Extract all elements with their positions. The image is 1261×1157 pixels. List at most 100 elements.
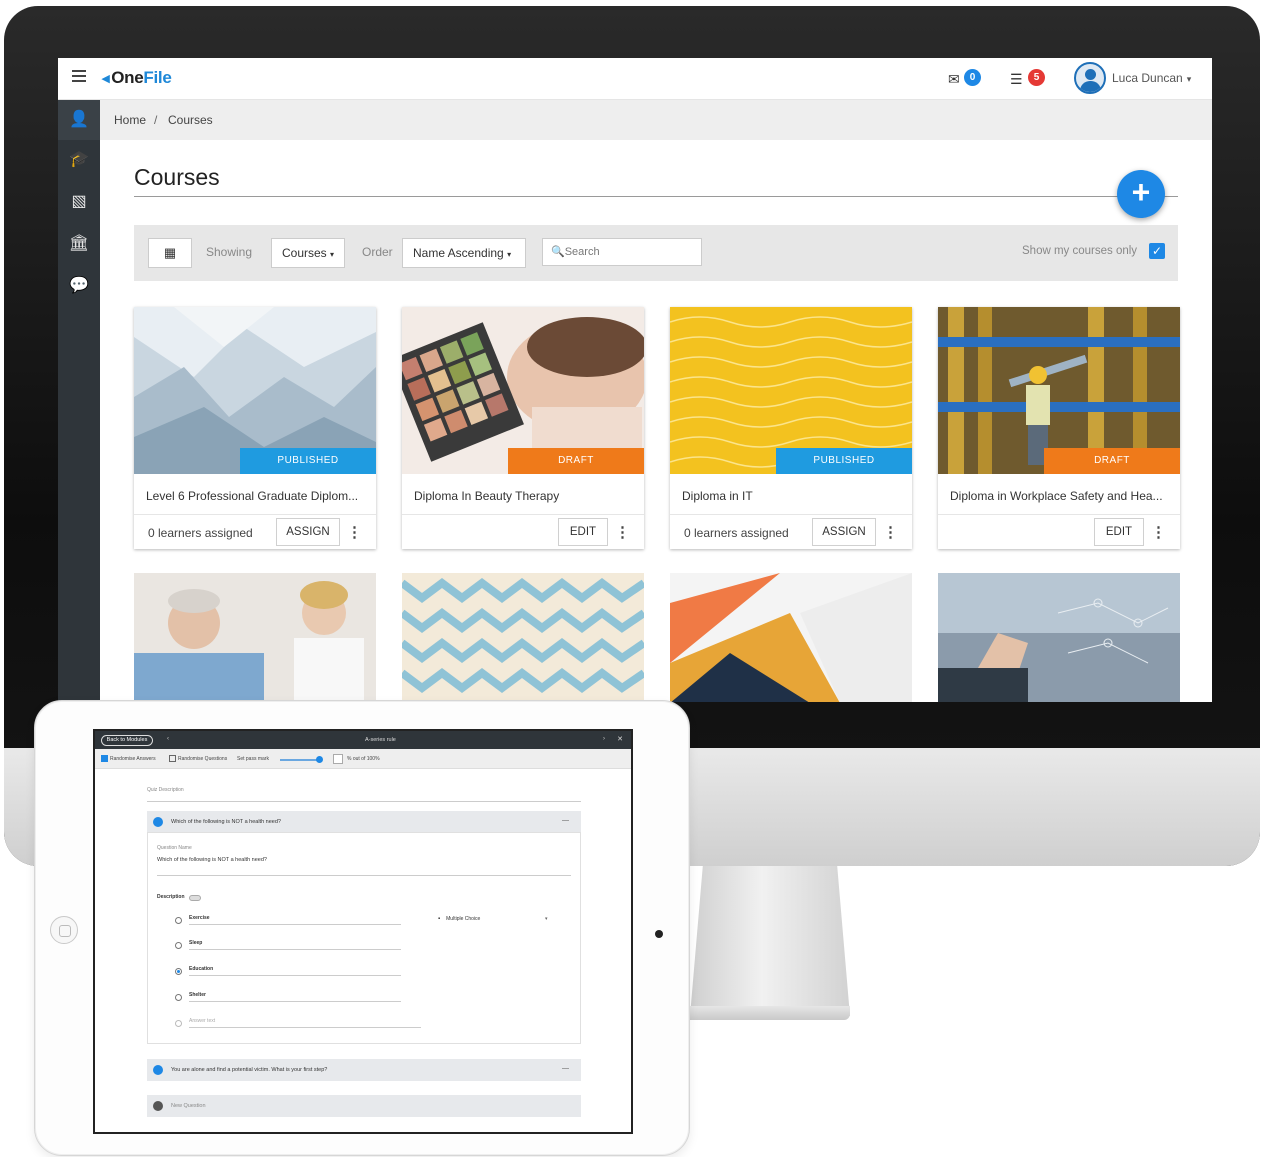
showing-value: Courses xyxy=(282,246,327,260)
mail-icon[interactable]: ✉ xyxy=(948,71,960,88)
course-title[interactable]: Diploma in Workplace Safety and Hea... xyxy=(950,489,1172,503)
sidebar-reports-icon[interactable]: ▧ xyxy=(58,182,100,222)
course-title[interactable]: Diploma In Beauty Therapy xyxy=(414,489,636,503)
sidebar-learners-icon[interactable]: 👤 xyxy=(58,100,100,140)
show-my-courses-checkbox[interactable]: ✓ xyxy=(1149,243,1165,259)
course-card[interactable]: PUBLISHED Diploma in IT 0 learners assig… xyxy=(670,307,912,549)
sidebar-support-icon[interactable]: 💬 xyxy=(58,266,100,306)
more-options-icon[interactable]: ⋮ xyxy=(883,523,898,541)
answer-underline xyxy=(189,949,401,950)
pass-mark-input[interactable] xyxy=(333,754,343,764)
question-name-input[interactable]: Which of the following is NOT a health n… xyxy=(157,857,267,863)
chevron-down-icon: ▾ xyxy=(1186,74,1192,84)
randomise-answers-option[interactable]: Randomise Answers xyxy=(101,754,156,764)
course-card[interactable]: PUBLISHED Level 6 Professional Graduate … xyxy=(134,307,376,549)
breadcrumb: Home / Courses xyxy=(100,100,1212,140)
answer-type-icon: ▪ xyxy=(438,916,441,922)
pass-mark-slider[interactable] xyxy=(280,756,323,763)
collapse-icon[interactable]: — xyxy=(562,817,569,824)
answer-radio-selected[interactable] xyxy=(175,968,182,975)
showing-select[interactable]: Courses ▾ xyxy=(271,238,345,268)
learners-assigned: 0 learners assigned xyxy=(148,526,253,540)
course-card[interactable]: DRAFT Diploma In Beauty Therapy EDIT ⋮ xyxy=(402,307,644,549)
edit-button[interactable]: EDIT xyxy=(1094,518,1144,546)
answer-radio[interactable] xyxy=(175,942,182,949)
sidebar-organisation-icon[interactable]: 🏛 xyxy=(58,224,100,264)
menu-icon[interactable] xyxy=(72,70,86,84)
close-icon[interactable]: ✕ xyxy=(617,735,623,743)
answer-radio[interactable] xyxy=(175,917,182,924)
desktop-screen: ◂ OneFile ✉ 0 ☰ 5 Luca Duncan ▾ 👤 🎓 ▧ 🏛 💬 … xyxy=(58,58,1212,702)
quiz-options-bar: Randomise Answers Randomise Questions Se… xyxy=(95,749,631,769)
card-divider xyxy=(938,514,1180,515)
status-badge: DRAFT xyxy=(508,448,644,474)
course-card-image-business[interactable] xyxy=(938,573,1180,702)
logo-mark: ◂ xyxy=(102,70,110,87)
answer-type-value: Multiple Choice xyxy=(446,916,481,922)
chevron-down-icon: ▾ xyxy=(507,250,512,259)
course-title[interactable]: Level 6 Professional Graduate Diplom... xyxy=(146,489,368,503)
course-card-image-care[interactable] xyxy=(134,573,376,702)
user-name: Luca Duncan xyxy=(1112,71,1183,85)
breadcrumb-home[interactable]: Home xyxy=(114,113,146,127)
search-input[interactable]: 🔍Search xyxy=(542,238,702,266)
avatar[interactable] xyxy=(1074,62,1106,94)
answer-text[interactable]: Shelter xyxy=(189,992,206,998)
chevron-left-icon[interactable]: ‹ xyxy=(167,736,169,742)
course-card-image-chevron[interactable] xyxy=(402,573,644,702)
sidebar-courses-icon[interactable]: 🎓 xyxy=(58,140,100,180)
more-options-icon[interactable]: ⋮ xyxy=(615,523,630,541)
randomise-questions-option[interactable]: Randomise Questions xyxy=(169,754,227,764)
description-toggle[interactable] xyxy=(189,895,201,901)
tasks-icon[interactable]: ☰ xyxy=(1010,71,1023,88)
grid-view-toggle[interactable]: ▦ xyxy=(148,238,192,268)
status-badge: PUBLISHED xyxy=(776,448,912,474)
onefile-logo[interactable]: ◂ OneFile xyxy=(102,68,172,88)
answer-text[interactable]: Exercise xyxy=(189,915,210,921)
question-panel xyxy=(147,832,581,1044)
breadcrumb-current: Courses xyxy=(168,113,213,127)
answer-type-select[interactable]: ▪ Multiple Choice xyxy=(438,916,480,922)
more-options-icon[interactable]: ⋮ xyxy=(347,523,362,541)
user-menu[interactable]: Luca Duncan ▾ xyxy=(1112,71,1191,85)
course-title[interactable]: Diploma in IT xyxy=(682,489,904,503)
order-select[interactable]: Name Ascending ▾ xyxy=(402,238,526,268)
course-card-image-geometric[interactable] xyxy=(670,573,912,702)
assign-button[interactable]: ASSIGN xyxy=(812,518,876,546)
assign-button[interactable]: ASSIGN xyxy=(276,518,340,546)
answer-underline xyxy=(189,975,401,976)
answer-radio[interactable] xyxy=(175,1020,182,1027)
back-to-modules-button[interactable]: Back to Modules xyxy=(101,735,153,746)
new-question-button[interactable]: New Question xyxy=(147,1095,581,1117)
randomise-answers-label: Randomise Answers xyxy=(110,756,156,762)
grid-icon: ▦ xyxy=(163,245,177,260)
answer-text[interactable]: Education xyxy=(189,966,213,972)
add-course-button[interactable]: + xyxy=(1117,170,1165,218)
question-name-label: Question Name xyxy=(157,845,192,851)
edit-button[interactable]: EDIT xyxy=(558,518,608,546)
collapse-icon[interactable]: — xyxy=(562,1065,569,1072)
course-card[interactable]: DRAFT Diploma in Workplace Safety and He… xyxy=(938,307,1180,549)
question-marker-icon xyxy=(153,817,163,827)
more-options-icon[interactable]: ⋮ xyxy=(1151,523,1166,541)
answer-underline xyxy=(189,1027,421,1028)
question-header-1[interactable]: Which of the following is NOT a health n… xyxy=(147,811,581,833)
learners-assigned: 0 learners assigned xyxy=(684,526,789,540)
answer-text[interactable]: Sleep xyxy=(189,940,202,946)
percent-label: % out of 100% xyxy=(347,756,380,762)
logo-text-file: File xyxy=(143,68,172,87)
answer-placeholder[interactable]: Answer text xyxy=(189,1018,215,1024)
chevron-right-icon[interactable]: › xyxy=(603,736,605,742)
chevron-down-icon[interactable]: ▾ xyxy=(545,916,548,922)
quiz-description-field[interactable] xyxy=(147,801,581,802)
randomise-questions-label: Randomise Questions xyxy=(178,756,228,762)
answer-radio[interactable] xyxy=(175,994,182,1001)
title-divider xyxy=(134,196,1178,197)
search-icon: 🔍 xyxy=(551,246,565,258)
tablet-camera xyxy=(655,930,663,938)
showing-label: Showing xyxy=(206,245,253,259)
question-header-2[interactable]: You are alone and find a potential victi… xyxy=(147,1059,581,1081)
answer-underline xyxy=(189,1001,401,1002)
order-value: Name Ascending xyxy=(413,246,504,260)
chevron-down-icon: ▾ xyxy=(330,250,335,259)
